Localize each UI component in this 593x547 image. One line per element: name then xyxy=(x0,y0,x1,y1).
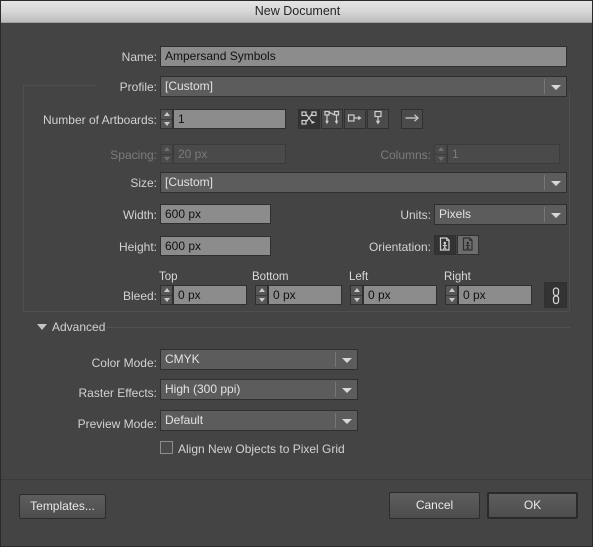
grid-by-column-icon[interactable] xyxy=(321,109,343,129)
color-mode-value: CMYK xyxy=(165,352,200,366)
arrange-by-row-icon[interactable] xyxy=(344,109,366,129)
units-label: Units: xyxy=(400,208,431,222)
chevron-down-icon xyxy=(342,387,352,393)
height-label: Height: xyxy=(118,240,157,254)
bleed-left-stepper[interactable] xyxy=(350,285,363,305)
raster-effects-label: Raster Effects: xyxy=(78,386,157,400)
new-document-dialog: New Document Name: Ampersand Symbols Pro… xyxy=(0,0,593,547)
footer-divider xyxy=(1,479,592,480)
templates-button[interactable]: Templates... xyxy=(19,494,106,519)
size-label: Size: xyxy=(130,176,157,190)
color-mode-label: Color Mode: xyxy=(91,356,157,370)
preview-mode-label: Preview Mode: xyxy=(77,417,157,431)
bleed-left-stepper-up[interactable] xyxy=(351,286,362,295)
bleed-top-stepper-up[interactable] xyxy=(161,286,172,295)
bleed-bottom-input[interactable]: 0 px xyxy=(268,285,342,305)
preview-mode-value: Default xyxy=(165,413,204,427)
bleed-bottom-stepper[interactable] xyxy=(255,285,268,305)
bleed-bottom-header: Bottom xyxy=(252,271,289,283)
spacing-stepper xyxy=(160,144,173,164)
units-dropdown-separator xyxy=(544,207,545,222)
chevron-down-icon xyxy=(342,418,352,424)
bleed-top-header: Top xyxy=(159,271,178,283)
artboards-stepper-down[interactable] xyxy=(161,119,172,128)
bleed-left-stepper-down[interactable] xyxy=(351,295,362,304)
columns-input: 1 xyxy=(447,144,560,164)
advanced-disclosure-triangle-icon[interactable] xyxy=(37,324,47,330)
columns-label: Columns: xyxy=(380,148,431,162)
artboards-label: Number of Artboards: xyxy=(42,113,157,127)
portrait-orientation-icon[interactable] xyxy=(434,235,456,255)
name-label: Name: xyxy=(121,50,157,64)
change-to-right-to-left-layout-icon[interactable] xyxy=(401,109,423,129)
profile-dropdown-separator xyxy=(544,79,545,94)
bleed-bottom-stepper-up[interactable] xyxy=(256,286,267,295)
preview-mode-dropdown-separator xyxy=(335,413,336,428)
align-pixel-grid-label: Align New Objects to Pixel Grid xyxy=(178,442,345,456)
artboards-stepper[interactable] xyxy=(160,109,173,129)
artboards-stepper-up[interactable] xyxy=(161,110,172,119)
align-pixel-grid-checkbox[interactable] xyxy=(160,441,173,454)
width-input[interactable]: 600 px xyxy=(160,204,271,224)
preview-mode-dropdown[interactable]: Default xyxy=(160,410,358,431)
bleed-right-input[interactable]: 0 px xyxy=(458,285,532,305)
profile-value: [Custom] xyxy=(165,79,214,93)
chevron-down-icon xyxy=(551,212,561,218)
arrange-by-column-icon[interactable] xyxy=(367,109,389,129)
spacing-label: Spacing: xyxy=(110,148,157,162)
height-input[interactable]: 600 px xyxy=(160,236,271,256)
bleed-right-stepper-down[interactable] xyxy=(446,295,457,304)
color-mode-dropdown-separator xyxy=(335,352,336,367)
spacing-input: 20 px xyxy=(173,144,286,164)
profile-label: Profile: xyxy=(119,80,157,94)
bleed-left-header: Left xyxy=(349,271,369,283)
raster-effects-dropdown[interactable]: High (300 ppi) xyxy=(160,379,358,400)
bleed-right-stepper-up[interactable] xyxy=(446,286,457,295)
chevron-down-icon xyxy=(342,357,352,363)
artboards-count-input[interactable]: 1 xyxy=(173,109,286,129)
cancel-button[interactable]: Cancel xyxy=(389,492,480,519)
size-value: [Custom] xyxy=(165,175,214,189)
width-label: Width: xyxy=(122,208,157,222)
raster-effects-value: High (300 ppi) xyxy=(165,382,241,396)
bleed-right-header: Right xyxy=(444,271,471,283)
units-value: Pixels xyxy=(439,207,472,221)
raster-effects-dropdown-separator xyxy=(335,382,336,397)
profile-dropdown[interactable]: [Custom] xyxy=(160,76,567,97)
size-dropdown-separator xyxy=(544,175,545,190)
columns-stepper xyxy=(434,144,447,164)
advanced-section-rule xyxy=(107,327,570,328)
chevron-down-icon xyxy=(551,180,561,186)
size-dropdown[interactable]: [Custom] xyxy=(160,172,567,193)
title-bar: New Document xyxy=(1,1,592,23)
document-name-input[interactable]: Ampersand Symbols xyxy=(160,46,567,67)
orientation-label: Orientation: xyxy=(368,240,431,254)
color-mode-dropdown[interactable]: CMYK xyxy=(160,349,358,370)
bleed-top-stepper-down[interactable] xyxy=(161,295,172,304)
bleed-bottom-stepper-down[interactable] xyxy=(256,295,267,304)
grid-by-row-icon[interactable] xyxy=(298,109,320,129)
landscape-orientation-icon[interactable] xyxy=(457,235,479,255)
bleed-top-input[interactable]: 0 px xyxy=(173,285,247,305)
bleed-right-stepper[interactable] xyxy=(445,285,458,305)
units-dropdown[interactable]: Pixels xyxy=(434,204,567,225)
bleed-left-input[interactable]: 0 px xyxy=(363,285,437,305)
bleed-label: Bleed: xyxy=(122,289,157,303)
ok-button[interactable]: OK xyxy=(487,492,578,519)
link-bleed-values-icon[interactable] xyxy=(544,282,567,308)
chevron-down-icon xyxy=(551,84,561,90)
dialog-title: New Document xyxy=(254,4,341,18)
bleed-top-stepper[interactable] xyxy=(160,285,173,305)
